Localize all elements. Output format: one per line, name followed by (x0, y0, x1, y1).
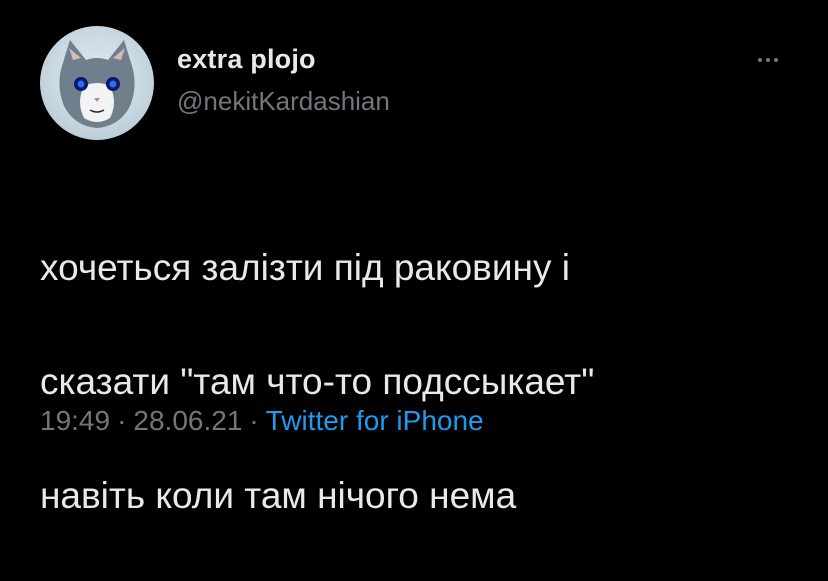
meta-separator: · (117, 405, 127, 436)
tweet-text-line: хочеться залізти під раковину і (40, 247, 570, 288)
author-handle[interactable]: @nekitKardashian (177, 86, 390, 117)
tweet-text-line: сказати "там что-то подссыкает" (40, 361, 595, 402)
more-dots-icon (758, 58, 762, 62)
tweet-date[interactable]: 28.06.21 (133, 405, 242, 436)
tweet-metadata: 19:49 · 28.06.21 · Twitter for iPhone (40, 405, 484, 437)
meta-separator: · (249, 405, 259, 436)
tweet-time[interactable]: 19:49 (40, 405, 110, 436)
more-dots-icon (766, 58, 770, 62)
cat-avatar-image (59, 40, 135, 128)
avatar[interactable] (40, 26, 154, 140)
author-display-name[interactable]: extra plojo (177, 44, 316, 75)
tweet-text: хочеться залізти під раковину і сказати … (40, 182, 800, 581)
more-dots-icon (774, 58, 778, 62)
tweet-source-link[interactable]: Twitter for iPhone (266, 405, 484, 436)
more-options-button[interactable] (748, 48, 788, 72)
tweet-text-line: навіть коли там нічого нема (40, 475, 517, 516)
tweet-detail: extra plojo @nekitKardashian хочеться за… (0, 0, 828, 516)
